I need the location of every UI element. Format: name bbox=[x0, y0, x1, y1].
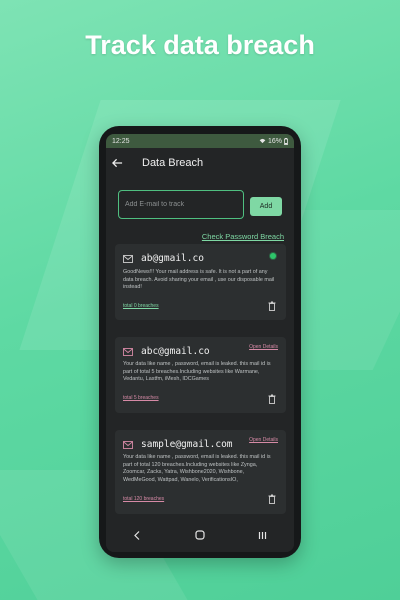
card-message: GoodNews!!! Your mail address is safe. I… bbox=[123, 269, 275, 291]
trash-icon[interactable] bbox=[268, 494, 276, 504]
recents-nav-icon[interactable] bbox=[243, 525, 283, 545]
card-header: ab@gmail.co bbox=[123, 253, 204, 264]
arrow-back-icon[interactable] bbox=[112, 156, 136, 171]
phone-screen: 12:25 16% Data Breach Add Check Password… bbox=[106, 134, 294, 552]
mail-icon bbox=[123, 347, 133, 356]
app-bar: Data Breach bbox=[106, 148, 294, 178]
total-breaches-link[interactable]: total 0 breaches bbox=[123, 303, 159, 309]
open-details-link[interactable]: Open Details bbox=[249, 344, 278, 350]
status-bar: 12:25 16% bbox=[106, 134, 294, 148]
total-breaches-link[interactable]: total 120 breaches bbox=[123, 496, 164, 502]
open-details-link[interactable]: Open Details bbox=[249, 437, 278, 443]
battery-percent: 16% bbox=[267, 137, 282, 145]
total-breaches-link[interactable]: total 5 breaches bbox=[123, 395, 159, 401]
card-header: sample@gmail.com bbox=[123, 439, 233, 450]
add-email-row: Add bbox=[106, 190, 294, 234]
trash-icon[interactable] bbox=[268, 394, 276, 404]
trash-icon[interactable] bbox=[268, 301, 276, 311]
email-input[interactable] bbox=[118, 190, 244, 219]
card-email: ab@gmail.co bbox=[141, 253, 204, 264]
system-nav-bar bbox=[106, 518, 294, 552]
page-title: Data Breach bbox=[142, 157, 204, 169]
card-message: Your data like name , password, email is… bbox=[123, 454, 271, 483]
card-header: abc@gmail.co bbox=[123, 346, 210, 357]
home-nav-icon[interactable] bbox=[180, 525, 220, 545]
status-time: 12:25 bbox=[112, 137, 130, 145]
card-message: Your data like name , password, email is… bbox=[123, 361, 271, 383]
email-card[interactable]: abc@gmail.co Open Details Your data like… bbox=[115, 337, 286, 413]
add-button[interactable]: Add bbox=[250, 197, 282, 216]
email-card[interactable]: sample@gmail.com Open Details Your data … bbox=[115, 430, 286, 514]
promo-headline: Track data breach bbox=[85, 30, 315, 60]
back-nav-icon[interactable] bbox=[117, 525, 157, 545]
battery-icon bbox=[284, 137, 288, 145]
card-email: abc@gmail.co bbox=[141, 346, 210, 357]
wifi-icon bbox=[259, 138, 266, 144]
status-icons: 16% bbox=[259, 137, 288, 145]
mail-icon bbox=[123, 440, 133, 449]
mail-icon bbox=[123, 254, 133, 263]
card-email: sample@gmail.com bbox=[141, 439, 233, 450]
safe-status-indicator bbox=[270, 253, 276, 259]
email-card[interactable]: ab@gmail.co GoodNews!!! Your mail addres… bbox=[115, 244, 286, 320]
